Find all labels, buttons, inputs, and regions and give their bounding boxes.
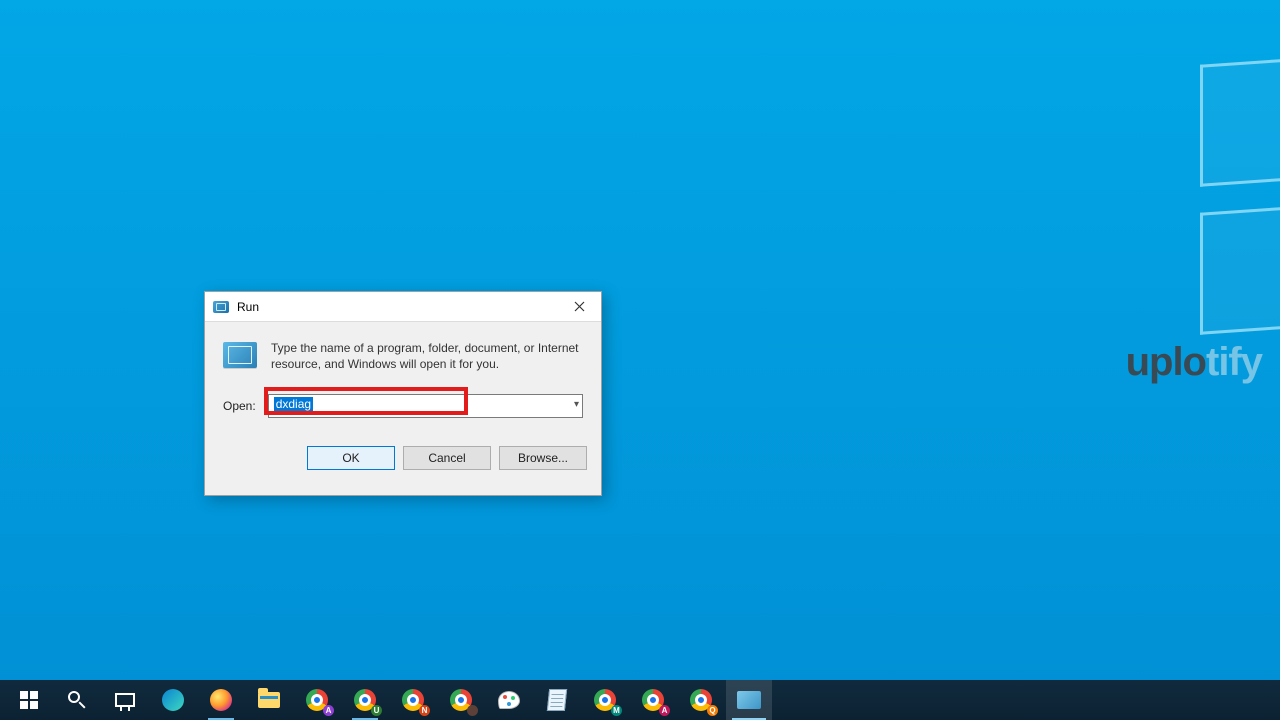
taskbar: A U N M A Q: [0, 680, 1280, 720]
firefox-icon: [210, 689, 232, 711]
profile-badge: Q: [707, 705, 718, 716]
watermark-light: tify: [1206, 340, 1262, 384]
windows-icon: [20, 691, 38, 709]
cancel-button[interactable]: Cancel: [403, 446, 491, 470]
taskbar-chrome-5[interactable]: M: [582, 680, 628, 720]
close-button[interactable]: [557, 292, 601, 322]
taskbar-chrome-4[interactable]: [438, 680, 484, 720]
profile-badge: A: [659, 705, 670, 716]
profile-badge: N: [419, 705, 430, 716]
taskbar-chrome-3[interactable]: N: [390, 680, 436, 720]
taskbar-paint[interactable]: [486, 680, 532, 720]
task-view-button[interactable]: [102, 680, 148, 720]
search-button[interactable]: [54, 680, 100, 720]
profile-badge: [467, 705, 478, 716]
taskbar-chrome-6[interactable]: A: [630, 680, 676, 720]
ok-button[interactable]: OK: [307, 446, 395, 470]
taskbar-firefox[interactable]: [198, 680, 244, 720]
open-input[interactable]: [268, 394, 583, 418]
search-icon: [68, 691, 86, 709]
close-icon: [574, 301, 585, 312]
run-icon: [737, 691, 761, 709]
run-large-icon: [223, 342, 257, 368]
wallpaper-windows-logo: [1190, 62, 1280, 342]
titlebar[interactable]: Run: [205, 292, 601, 322]
run-description: Type the name of a program, folder, docu…: [271, 340, 583, 372]
taskbar-chrome-7[interactable]: Q: [678, 680, 724, 720]
taskbar-file-explorer[interactable]: [246, 680, 292, 720]
dialog-button-row: OK Cancel Browse...: [205, 418, 601, 470]
watermark-dark: uplo: [1126, 340, 1206, 384]
open-label: Open:: [223, 399, 256, 413]
paint-icon: [498, 691, 520, 709]
run-icon: [213, 301, 229, 313]
run-dialog: Run Type the name of a program, folder, …: [204, 291, 602, 496]
browse-button[interactable]: Browse...: [499, 446, 587, 470]
task-view-icon: [115, 693, 135, 707]
window-title: Run: [237, 300, 259, 314]
taskbar-chrome-2[interactable]: U: [342, 680, 388, 720]
start-button[interactable]: [6, 680, 52, 720]
profile-badge: M: [611, 705, 622, 716]
taskbar-chrome-1[interactable]: A: [294, 680, 340, 720]
watermark-text: uplotify: [1126, 340, 1262, 385]
folder-icon: [258, 692, 280, 708]
notepad-icon: [547, 689, 567, 711]
profile-badge: U: [371, 705, 382, 716]
taskbar-run[interactable]: [726, 680, 772, 720]
profile-badge: A: [323, 705, 334, 716]
edge-icon: [162, 689, 184, 711]
taskbar-notepad[interactable]: [534, 680, 580, 720]
taskbar-edge[interactable]: [150, 680, 196, 720]
open-combobox[interactable]: ▾ dxdiag: [268, 394, 583, 418]
